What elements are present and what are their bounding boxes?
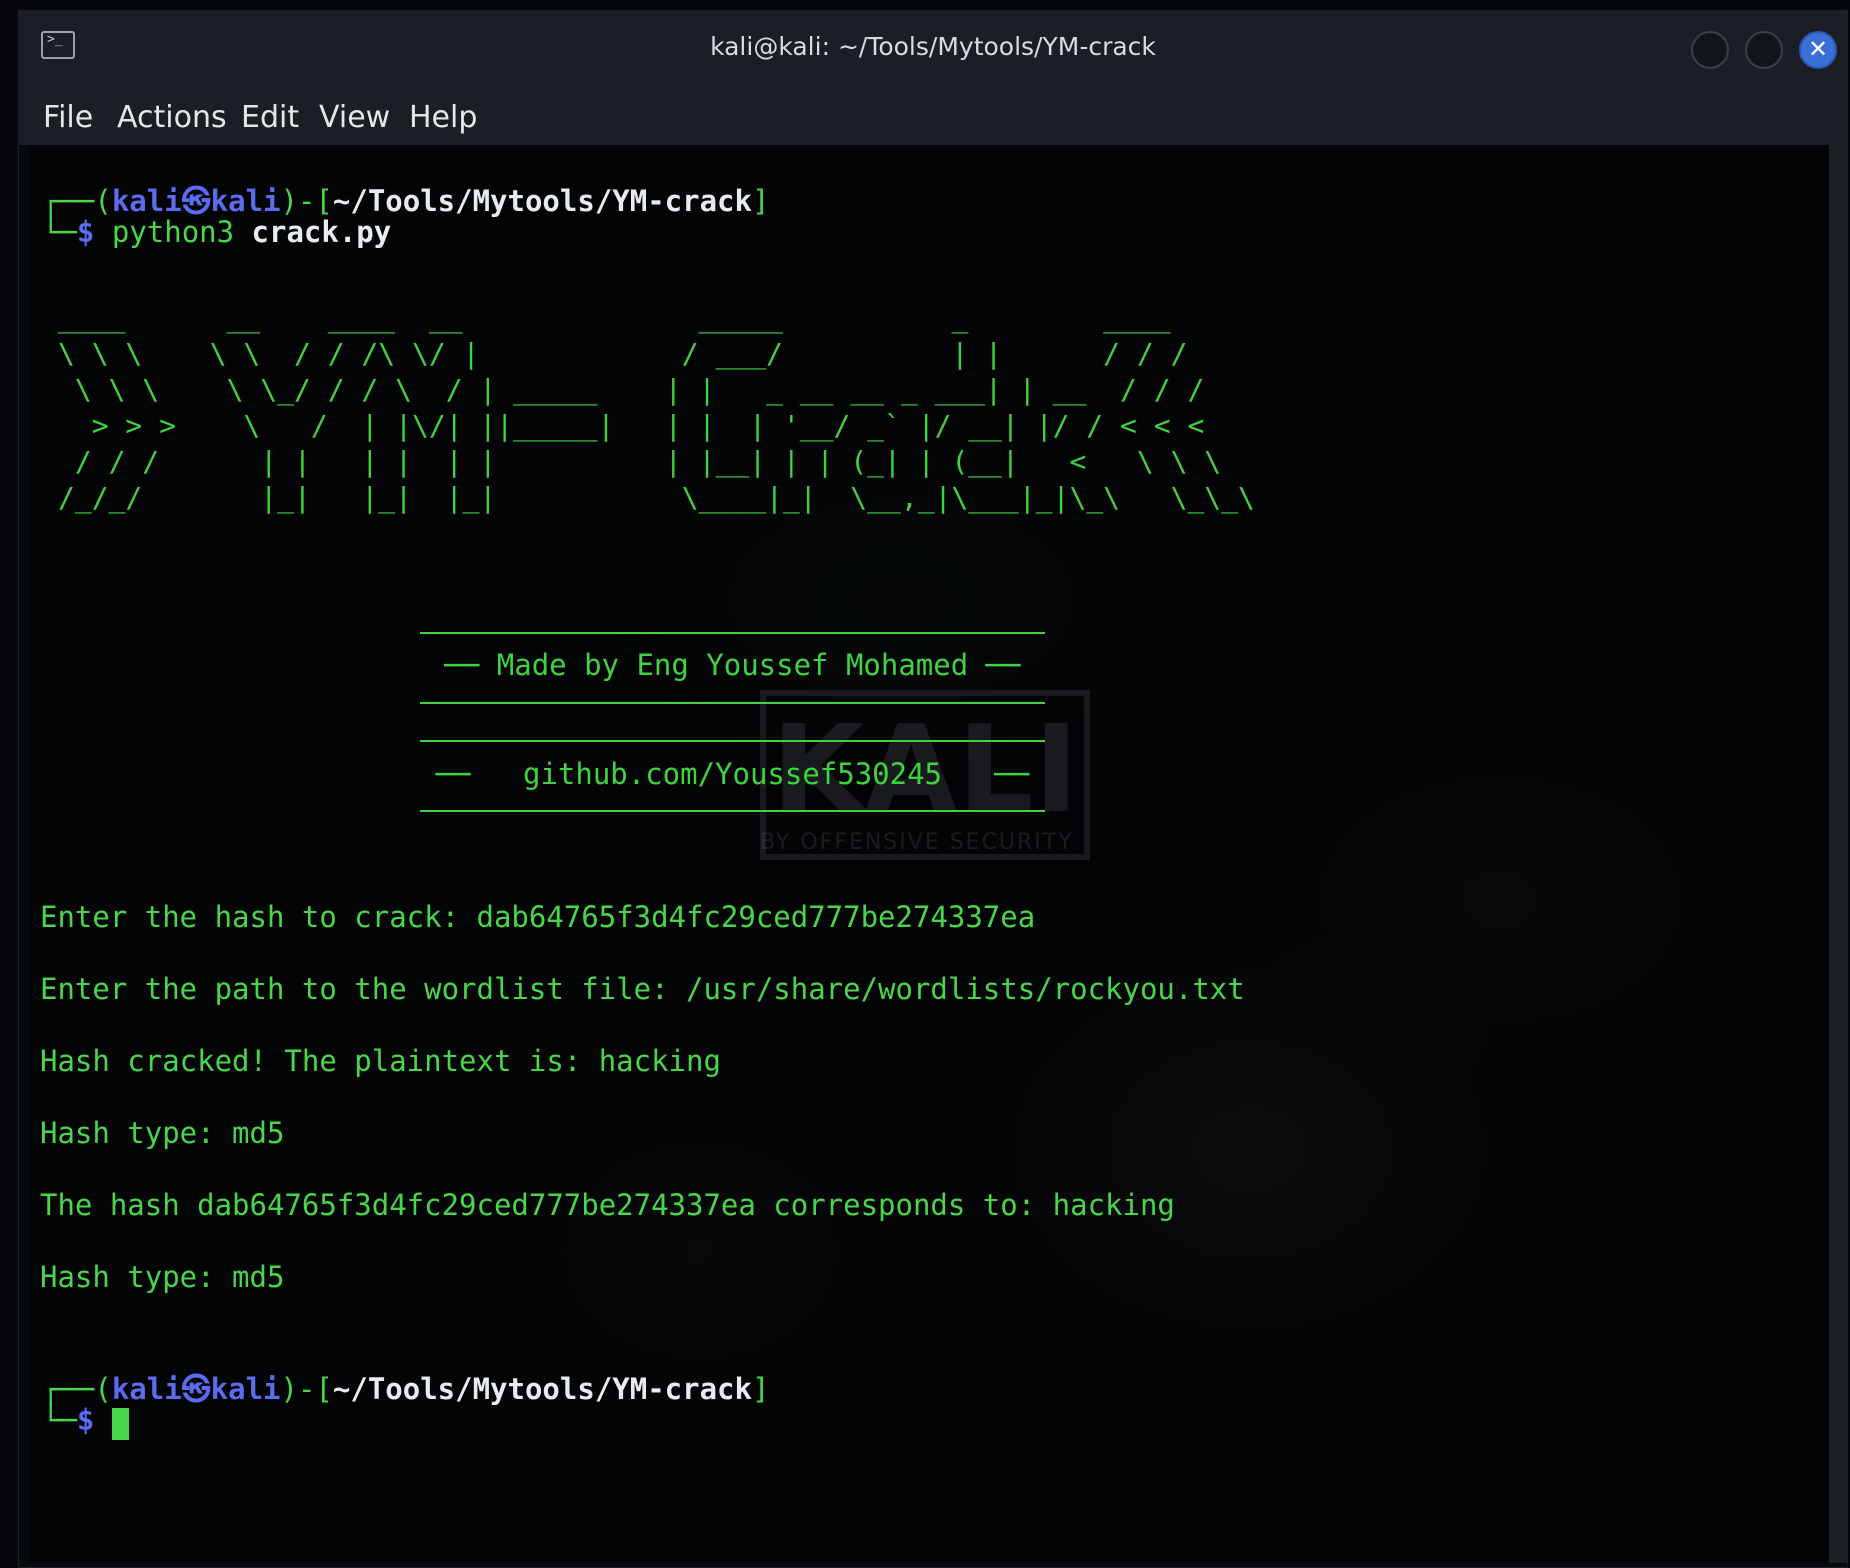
command-program: python3 bbox=[111, 215, 235, 249]
menu-actions[interactable]: Actions bbox=[117, 83, 227, 145]
title-bar[interactable]: >_ kali@kali: ~/Tools/Mytools/YM-crack ✕ bbox=[19, 11, 1847, 83]
window-title: kali@kali: ~/Tools/Mytools/YM-crack bbox=[710, 32, 1156, 61]
banner-rule-mid2 bbox=[420, 740, 1045, 742]
prompt-corner: └─ bbox=[42, 1403, 77, 1437]
menu-view[interactable]: View bbox=[319, 83, 390, 145]
prompt-close: ] bbox=[751, 184, 770, 218]
menu-help[interactable]: Help bbox=[409, 83, 477, 145]
hash-input-line: Enter the hash to crack: dab64765f3d4fc2… bbox=[40, 900, 1036, 934]
prompt-open: ┌──( bbox=[42, 184, 112, 218]
prompt-line-1: ┌──(kali㉿kali)-[~/Tools/Mytools/YM-crack… bbox=[42, 178, 769, 220]
menu-edit[interactable]: Edit bbox=[241, 83, 299, 145]
prompt-mid: )-[ bbox=[280, 1372, 333, 1406]
hash-type-line-1: Hash type: md5 bbox=[40, 1116, 285, 1150]
text-cursor bbox=[112, 1408, 129, 1440]
kali-logo-subtitle: BY OFFENSIVE SECURITY bbox=[760, 830, 1074, 855]
wordlist-input-line: Enter the path to the wordlist file: /us… bbox=[40, 972, 1245, 1006]
maximize-button[interactable] bbox=[1745, 31, 1783, 69]
banner-rule-top bbox=[420, 632, 1045, 634]
terminal-scrollbar[interactable] bbox=[1829, 145, 1847, 1563]
prompt-dollar: $ bbox=[76, 215, 95, 249]
prompt-path: ~/Tools/Mytools/YM-crack bbox=[332, 1372, 752, 1406]
prompt-corner: └─ bbox=[42, 215, 77, 249]
prompt-dollar: $ bbox=[76, 1403, 95, 1437]
cracked-result-line: Hash cracked! The plaintext is: hacking bbox=[40, 1044, 721, 1078]
banner-rule-bottom bbox=[420, 810, 1045, 812]
active-command-line[interactable]: └─$ bbox=[42, 1403, 94, 1437]
prompt-line-2: ┌──(kali㉿kali)-[~/Tools/Mytools/YM-crack… bbox=[42, 1366, 769, 1408]
ascii-art-banner: ____ __ ____ __ _____ _ ____ \ \ \ \ \ /… bbox=[58, 301, 1255, 514]
minimize-button[interactable] bbox=[1691, 31, 1729, 69]
hash-type-line-2: Hash type: md5 bbox=[40, 1260, 285, 1294]
author-credit: ── Made by Eng Youssef Mohamed ── bbox=[444, 648, 1021, 682]
menu-bar: File Actions Edit View Help bbox=[19, 83, 1847, 145]
github-credit: ── github.com/Youssef530245 ── bbox=[435, 757, 1030, 791]
menu-file[interactable]: File bbox=[43, 83, 93, 145]
command-line: └─$ python3 crack.py bbox=[42, 215, 391, 249]
prompt-path: ~/Tools/Mytools/YM-crack bbox=[332, 184, 752, 218]
prompt-open: ┌──( bbox=[42, 1372, 112, 1406]
close-icon: ✕ bbox=[1807, 35, 1829, 63]
prompt-user: kali㉿kali bbox=[111, 184, 281, 218]
prompt-close: ] bbox=[751, 1372, 770, 1406]
command-arg: crack.py bbox=[251, 215, 392, 249]
banner-rule-mid bbox=[420, 702, 1045, 704]
prompt-user: kali㉿kali bbox=[111, 1372, 281, 1406]
close-button[interactable]: ✕ bbox=[1799, 31, 1837, 69]
prompt-mid: )-[ bbox=[280, 184, 333, 218]
corresponds-line: The hash dab64765f3d4fc29ced777be274337e… bbox=[40, 1188, 1175, 1222]
